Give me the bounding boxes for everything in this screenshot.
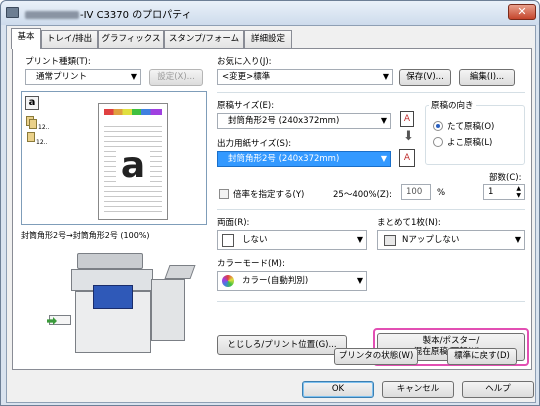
- tab-tray-output[interactable]: トレイ/排出: [41, 30, 98, 48]
- preview-page: a: [98, 103, 168, 220]
- dialog-window: -IV C3370 のプロパティ ✕ 基本 トレイ/排出 グラフィックス スタン…: [0, 0, 540, 406]
- duplex-select[interactable]: しない ▼: [217, 230, 367, 250]
- original-size-label: 原稿サイズ(E):: [217, 101, 275, 111]
- divider: [217, 301, 525, 302]
- nup-select[interactable]: Nアップしない ▼: [377, 230, 525, 250]
- tab-graphics[interactable]: グラフィックス: [98, 30, 164, 48]
- color-bar: [104, 109, 162, 115]
- save-favorites-button[interactable]: 保存(V)...: [399, 69, 451, 86]
- restore-defaults-button[interactable]: 標準に戻す(D): [447, 348, 517, 365]
- preview-caption: 封筒角形2号→封筒角形2号 (100%): [21, 231, 150, 240]
- spinner-icon[interactable]: ▲ ▼: [516, 185, 521, 199]
- scale-checkbox[interactable]: [219, 189, 229, 199]
- chevron-down-icon: ▼: [380, 154, 387, 163]
- output-size-value: 封筒角形2号 (240x372mm): [228, 154, 340, 164]
- printer-icon: [6, 7, 19, 18]
- copies-input[interactable]: 1 ▲ ▼: [483, 184, 525, 200]
- stack-icon: [27, 132, 35, 142]
- preview-pane: a 12.. 12.. a: [21, 91, 207, 225]
- page-a-icon: a: [25, 96, 39, 110]
- help-button[interactable]: ヘルプ: [462, 381, 534, 398]
- chevron-down-icon: ▼: [356, 235, 363, 244]
- paper-icon: A: [399, 149, 415, 167]
- dialog-body: 基本 トレイ/排出 グラフィックス スタンプ/フォーム 詳細設定 プリント種類(…: [6, 25, 536, 403]
- chevron-down-icon: ▼: [356, 276, 363, 285]
- duplex-label: 両面(R):: [217, 218, 250, 228]
- tab-panel-basic: プリント種類(T): 通常プリント ▼ 設定(X)... a 12.. 12.. …: [12, 48, 532, 370]
- orientation-group: [425, 105, 525, 165]
- tray-highlight: [93, 285, 133, 309]
- copies-label: 部数(C):: [489, 173, 522, 183]
- original-size-select[interactable]: 封筒角形2号 (240x372mm) ▼: [217, 113, 391, 129]
- chevron-down-icon: ▼: [380, 116, 387, 125]
- orientation-label: 原稿の向き: [429, 99, 476, 111]
- color-mode-label: カラーモード(M):: [217, 259, 285, 269]
- print-type-select[interactable]: 通常プリント ▼: [25, 69, 141, 85]
- edit-favorites-button[interactable]: 編集(I)...: [459, 69, 515, 86]
- chevron-down-icon: ▼: [130, 72, 137, 81]
- document-icon: A: [400, 111, 414, 127]
- divider: [217, 92, 525, 93]
- scale-label[interactable]: 倍率を指定する(Y): [233, 188, 304, 200]
- title-bar: -IV C3370 のプロパティ ✕: [1, 1, 539, 25]
- output-size-label: 出力用紙サイズ(S):: [217, 139, 292, 149]
- color-wheel-icon: [222, 275, 234, 287]
- divider: [217, 209, 525, 210]
- window-title: -IV C3370 のプロパティ: [23, 6, 192, 21]
- nup-icon: [384, 235, 396, 246]
- duplex-icon: [222, 234, 234, 247]
- color-mode-value: カラー(自動判別): [242, 276, 309, 286]
- ok-button[interactable]: OK: [302, 381, 374, 398]
- stack-icon: [29, 119, 37, 129]
- landscape-radio[interactable]: [433, 137, 443, 147]
- close-icon: ✕: [517, 5, 527, 18]
- favorites-select[interactable]: <変更>標準 ▼: [217, 69, 393, 85]
- chevron-down-icon: ▼: [382, 72, 389, 81]
- cancel-button[interactable]: キャンセル: [382, 381, 454, 398]
- page-letter: a: [116, 148, 150, 186]
- landscape-label[interactable]: よこ原稿(L): [447, 136, 492, 148]
- nup-label: まとめて1枚(N):: [377, 218, 441, 228]
- original-size-value: 封筒角形2号 (240x372mm): [228, 116, 340, 126]
- binding-position-button[interactable]: とじしろ/プリント位置(G)...: [217, 335, 347, 355]
- close-button[interactable]: ✕: [508, 4, 536, 20]
- scale-unit: %: [437, 188, 446, 198]
- scale-value: 100: [406, 187, 423, 197]
- print-type-label: プリント種類(T):: [25, 57, 91, 67]
- printer-status-button[interactable]: プリンタの状態(W): [334, 348, 418, 365]
- scale-input[interactable]: 100: [401, 184, 431, 200]
- print-type-settings-button[interactable]: 設定(X)...: [149, 69, 203, 86]
- portrait-label[interactable]: たて原稿(O): [447, 120, 494, 132]
- tab-basic[interactable]: 基本: [11, 28, 41, 49]
- print-type-value: 通常プリント: [36, 72, 88, 82]
- tab-advanced[interactable]: 詳細設定: [244, 30, 292, 48]
- arrow-down-icon: ⬇: [403, 129, 414, 144]
- printer-illustration: [43, 245, 203, 365]
- output-size-select[interactable]: 封筒角形2号 (240x372mm) ▼: [217, 151, 391, 167]
- tab-stamp-form[interactable]: スタンプ/フォーム: [164, 30, 244, 48]
- color-mode-select[interactable]: カラー(自動判別) ▼: [217, 271, 367, 291]
- redacted-name: [25, 11, 79, 19]
- chevron-down-icon: ▼: [514, 235, 521, 244]
- copies-value: 1: [488, 187, 494, 197]
- favorites-label: お気に入り(J):: [217, 57, 272, 67]
- copy-label-1: 12..: [38, 124, 50, 131]
- favorites-value: <変更>標準: [222, 72, 271, 82]
- scale-range-label: 25～400%(Z):: [333, 190, 392, 200]
- portrait-radio[interactable]: [433, 121, 443, 131]
- copy-label-2: 12..: [36, 139, 48, 146]
